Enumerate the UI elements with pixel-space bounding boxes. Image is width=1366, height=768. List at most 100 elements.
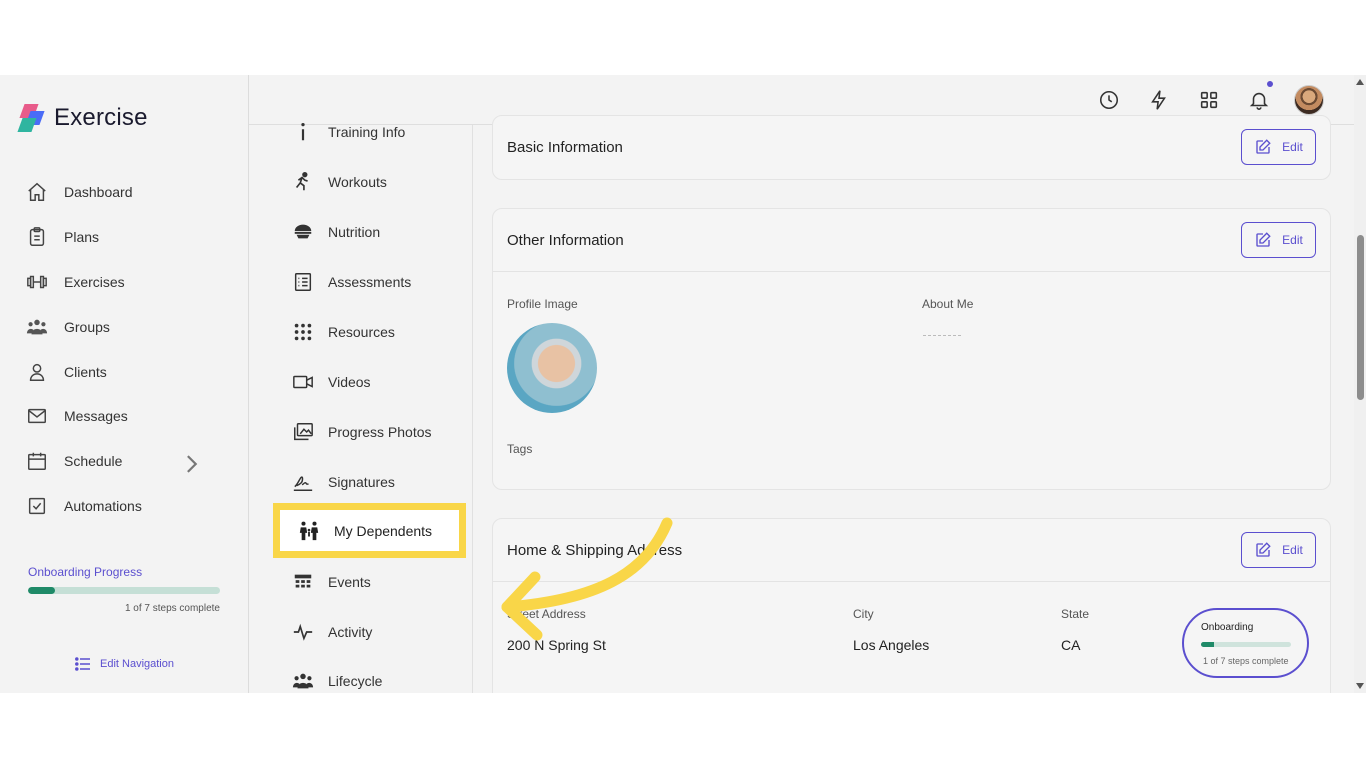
edit-label: Edit bbox=[1282, 140, 1303, 154]
onboarding-steps: 1 of 7 steps complete bbox=[124, 603, 220, 614]
sidebar-item-schedule[interactable]: Schedule bbox=[26, 439, 226, 484]
submenu-item-resources[interactable]: Resources bbox=[292, 320, 395, 344]
city-value: Los Angeles bbox=[853, 637, 930, 653]
edit-navigation-label: Edit Navigation bbox=[100, 658, 174, 670]
submenu-item-events[interactable]: Events bbox=[292, 570, 371, 594]
tags-label: Tags bbox=[507, 442, 533, 456]
people-icon bbox=[292, 673, 314, 689]
photos-icon bbox=[294, 423, 313, 441]
submenu-item-label: Events bbox=[328, 574, 371, 590]
city-label: City bbox=[853, 607, 874, 621]
submenu-item-training-info[interactable]: Training Info bbox=[292, 120, 405, 144]
submenu-item-nutrition[interactable]: Nutrition bbox=[292, 220, 380, 244]
sidebar: Exercise Dashboard Plans Exercises Group… bbox=[0, 75, 249, 693]
sidebar-item-groups[interactable]: Groups bbox=[26, 304, 226, 349]
submenu-item-signatures[interactable]: Signatures bbox=[292, 470, 395, 494]
sidebar-item-messages[interactable]: Messages bbox=[26, 394, 226, 439]
submenu-item-label: My Dependents bbox=[334, 523, 433, 539]
submenu-item-label: Workouts bbox=[328, 174, 387, 190]
sidebar-item-exercises[interactable]: Exercises bbox=[26, 260, 226, 305]
onboarding-popup-title: Onboarding bbox=[1201, 622, 1254, 633]
submenu-item-label: Nutrition bbox=[328, 224, 381, 240]
edit-icon bbox=[1256, 232, 1271, 247]
sidebar-item-dashboard[interactable]: Dashboard bbox=[26, 170, 226, 215]
pulse-icon bbox=[293, 623, 313, 641]
submenu-item-progress-photos[interactable]: Progress Photos bbox=[292, 420, 432, 444]
bell-icon[interactable] bbox=[1248, 81, 1273, 111]
chevron-right-icon[interactable] bbox=[180, 453, 202, 475]
onboarding-title: Onboarding Progress bbox=[28, 565, 143, 579]
notification-dot bbox=[1267, 81, 1273, 87]
client-submenu: Training Info Workouts Nutrition Assessm… bbox=[270, 123, 473, 693]
onboarding-popup-bar bbox=[1201, 642, 1291, 647]
video-icon bbox=[293, 375, 313, 389]
dumbbell-icon bbox=[27, 275, 47, 289]
logo-mark-icon bbox=[17, 104, 45, 132]
mail-icon bbox=[28, 409, 46, 424]
sidebar-nav: Dashboard Plans Exercises Groups Clients… bbox=[26, 170, 226, 528]
list-icon bbox=[75, 657, 90, 671]
sidebar-item-label: Groups bbox=[64, 318, 110, 335]
submenu-item-workouts[interactable]: Workouts bbox=[292, 170, 387, 194]
sidebar-item-automations[interactable]: Automations bbox=[26, 484, 226, 529]
submenu-item-videos[interactable]: Videos bbox=[292, 370, 371, 394]
profile-image-label: Profile Image bbox=[507, 297, 578, 311]
bowl-icon bbox=[294, 224, 312, 239]
onboarding-popup-fill bbox=[1201, 642, 1214, 647]
logo[interactable]: Exercise bbox=[17, 103, 148, 133]
family-icon bbox=[299, 521, 319, 541]
checkbox-icon bbox=[28, 497, 46, 515]
sidebar-item-label: Schedule bbox=[64, 453, 123, 470]
submenu-item-label: Assessments bbox=[328, 274, 412, 290]
scrollbar[interactable] bbox=[1354, 75, 1366, 693]
submenu-item-label: Videos bbox=[328, 374, 371, 390]
avatar[interactable] bbox=[1294, 85, 1324, 115]
submenu-item-label: Signatures bbox=[328, 474, 395, 490]
home-icon bbox=[28, 183, 46, 202]
user-icon bbox=[29, 363, 45, 381]
edit-label: Edit bbox=[1282, 233, 1303, 247]
list-icon bbox=[294, 273, 312, 291]
app-frame: Exercise Dashboard Plans Exercises Group… bbox=[0, 75, 1366, 693]
scroll-down-icon[interactable] bbox=[1356, 683, 1364, 689]
scroll-thumb[interactable] bbox=[1357, 235, 1364, 400]
card-title: Other Information bbox=[507, 232, 624, 249]
onboarding-popup-steps: 1 of 7 steps complete bbox=[1203, 656, 1289, 666]
submenu-item-lifecycle[interactable]: Lifecycle bbox=[292, 669, 382, 693]
edit-basic-button[interactable]: Edit bbox=[1241, 129, 1316, 165]
onboarding-progress[interactable]: Onboarding Progress 1 of 7 steps complet… bbox=[28, 565, 220, 614]
edit-icon bbox=[1256, 139, 1271, 154]
calendar-grid-icon bbox=[294, 574, 312, 588]
my-dependents-content: My Dependents bbox=[298, 520, 432, 542]
annotation-arrow-icon bbox=[501, 517, 673, 641]
edit-icon bbox=[1256, 542, 1271, 557]
sidebar-item-label: Clients bbox=[64, 363, 107, 380]
submenu-item-activity[interactable]: Activity bbox=[292, 620, 372, 644]
submenu-item-assessments[interactable]: Assessments bbox=[292, 270, 411, 294]
groups-icon bbox=[26, 319, 48, 335]
profile-image bbox=[507, 323, 597, 413]
edit-address-button[interactable]: Edit bbox=[1241, 532, 1316, 568]
signature-icon bbox=[293, 476, 313, 491]
submenu-item-label: Lifecycle bbox=[328, 673, 383, 689]
grid-dots-icon bbox=[294, 323, 312, 341]
edit-navigation-link[interactable]: Edit Navigation bbox=[75, 656, 174, 672]
sidebar-item-label: Messages bbox=[64, 408, 128, 425]
calendar-icon bbox=[28, 452, 46, 471]
submenu-item-my-dependents[interactable]: My Dependents bbox=[273, 503, 466, 558]
sidebar-item-plans[interactable]: Plans bbox=[26, 215, 226, 260]
submenu-item-label: Activity bbox=[328, 624, 373, 640]
submenu-item-label: Progress Photos bbox=[328, 424, 432, 440]
info-icon bbox=[301, 123, 305, 141]
about-me-placeholder bbox=[923, 335, 961, 336]
history-icon[interactable] bbox=[1098, 89, 1120, 111]
scroll-up-icon[interactable] bbox=[1356, 79, 1364, 85]
lightning-icon[interactable] bbox=[1148, 89, 1170, 111]
onboarding-popup[interactable]: Onboarding 1 of 7 steps complete bbox=[1182, 608, 1309, 678]
edit-other-button[interactable]: Edit bbox=[1241, 222, 1316, 258]
apps-grid-icon[interactable] bbox=[1198, 89, 1220, 111]
sidebar-item-clients[interactable]: Clients bbox=[26, 349, 226, 394]
about-me-label: About Me bbox=[922, 297, 974, 311]
sidebar-item-label: Dashboard bbox=[64, 184, 133, 201]
state-label: State bbox=[1061, 607, 1090, 621]
